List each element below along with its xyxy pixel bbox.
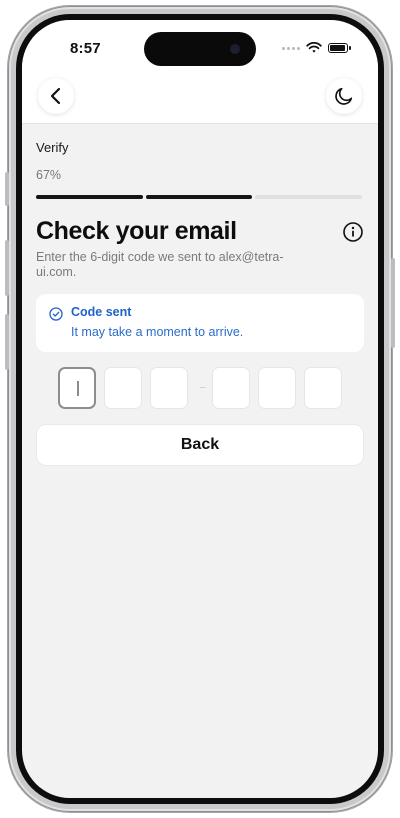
battery-icon bbox=[328, 43, 351, 53]
notice-title: Code sent bbox=[71, 305, 132, 319]
otp-digit-1[interactable] bbox=[58, 367, 96, 409]
status-time: 8:57 bbox=[70, 40, 101, 57]
theme-toggle-button[interactable] bbox=[326, 78, 362, 114]
page-title: Check your email bbox=[36, 217, 237, 245]
top-bar: 8:57 bbox=[22, 20, 378, 124]
progress-segment-1 bbox=[36, 195, 143, 199]
chevron-left-icon bbox=[50, 87, 61, 105]
progress-bar bbox=[36, 195, 363, 199]
progress-percent: 67% bbox=[36, 168, 62, 182]
phone-volume-down-button bbox=[5, 314, 9, 370]
wifi-icon bbox=[306, 42, 322, 53]
step-label: Verify bbox=[36, 140, 69, 155]
progress-segment-2 bbox=[145, 195, 253, 199]
status-icons bbox=[282, 42, 351, 54]
dynamic-island bbox=[144, 32, 256, 66]
code-sent-notice: Code sent It may take a moment to arrive… bbox=[36, 294, 364, 352]
progress-segment-3 bbox=[255, 195, 363, 199]
info-icon[interactable] bbox=[342, 221, 364, 243]
phone-power-button bbox=[391, 258, 395, 348]
otp-digit-2[interactable] bbox=[104, 367, 142, 409]
otp-digit-3[interactable] bbox=[150, 367, 188, 409]
moon-icon bbox=[335, 87, 353, 105]
otp-digit-4[interactable] bbox=[212, 367, 250, 409]
otp-input-group bbox=[58, 367, 342, 409]
check-circle-icon bbox=[49, 307, 63, 321]
back-button[interactable]: Back bbox=[36, 424, 364, 466]
back-nav-button[interactable] bbox=[38, 78, 74, 114]
notice-body: It may take a moment to arrive. bbox=[71, 325, 244, 339]
phone-action-button bbox=[5, 172, 9, 206]
phone-volume-up-button bbox=[5, 240, 9, 296]
page-subtitle: Enter the 6-digit code we sent to alex@t… bbox=[36, 250, 284, 279]
otp-digit-5[interactable] bbox=[258, 367, 296, 409]
otp-separator bbox=[200, 387, 206, 388]
otp-digit-6[interactable] bbox=[304, 367, 342, 409]
cellular-signal-icon bbox=[282, 46, 300, 50]
phone-screen: 8:57 Verify 67% Check your email Enter t… bbox=[22, 20, 378, 798]
